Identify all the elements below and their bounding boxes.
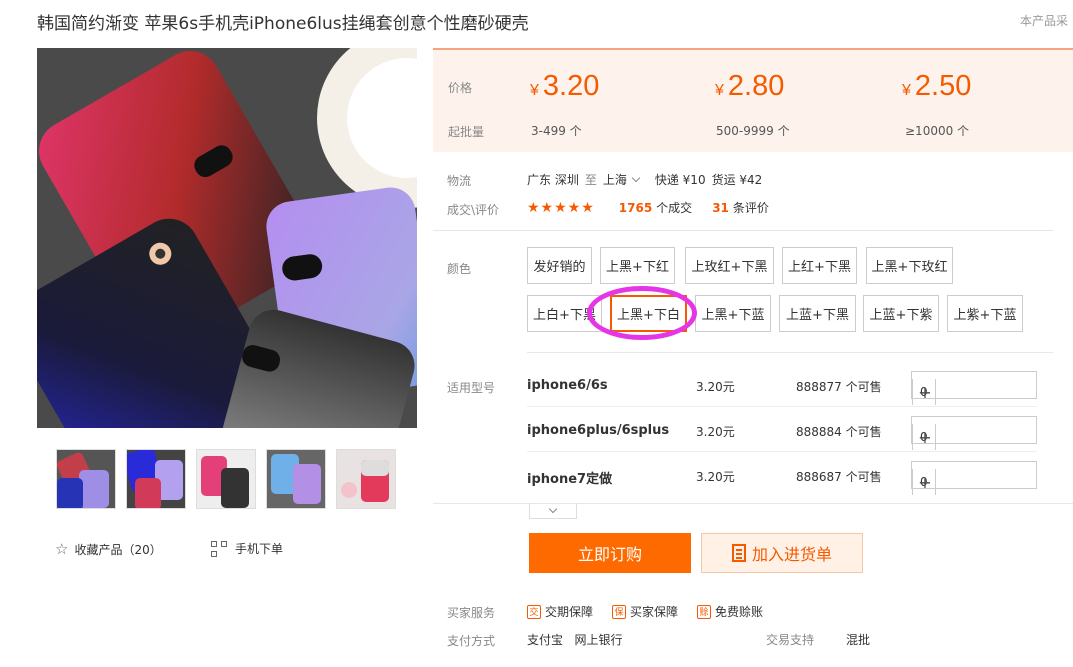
model-price: 3.20元 [696,425,735,439]
express-fee: 快递 ¥10 [654,173,706,187]
to-word: 至 [584,173,597,187]
model-label: 适用型号 [447,381,496,395]
color-option[interactable]: 上蓝+下紫 [863,295,939,332]
tier-qty-2: 500-9999 个 [716,124,790,138]
color-option-selected[interactable]: 上黑+下白 [610,295,687,332]
deals-label: 成交\评价 [447,203,500,217]
model-stock: 888877 个可售 [796,380,882,394]
quantity-stepper: − 0 + [911,371,1037,405]
tier-price-3: ¥2.50 [902,70,972,102]
section-divider [433,230,1053,231]
rating-stars: ★★★★★ [527,199,595,216]
quantity-stepper: − 0 + [911,416,1037,450]
tier-price-1: ¥3.20 [530,70,600,102]
service-label: 买家保障 [630,605,679,619]
thumbnail-2[interactable] [126,449,186,509]
model-row: iphone6/6s 3.20元 888877 个可售 − 0 + [527,371,1037,405]
thumbnail-3[interactable] [196,449,256,509]
add-to-purchase-list-button[interactable]: 加入进货单 [701,533,863,573]
trade-support-label: 交易支持 [766,633,815,647]
model-row: iphone6plus/6splus 3.20元 888884 个可售 − 0 … [527,416,1037,450]
color-option[interactable]: 上黑+下玫红 [866,247,953,284]
review-count[interactable]: 31 [712,201,729,215]
increment-button[interactable]: + [912,424,938,450]
service-free-credit[interactable]: 赊 免费赊账 [697,603,763,620]
color-option[interactable]: 上蓝+下黑 [779,295,856,332]
freight-fee: 货运 ¥42 [711,173,763,187]
ship-from: 广东 深圳 [527,173,579,187]
rating-row: ★★★★★ 1765 个成交 31 条评价 [527,199,769,216]
row-divider [527,451,1037,452]
model-stock: 888687 个可售 [796,470,882,484]
buyer-protection-icon: 保 [612,604,626,619]
chevron-down-icon [631,173,641,183]
review-suffix: 条评价 [732,201,769,215]
model-name: iphone7定做 [527,472,613,487]
payment-methods: 支付宝 网上银行 [527,633,623,647]
ship-to-selector[interactable]: 上海 [603,171,649,188]
product-title-truncated-note: 本产品采 [1020,14,1069,28]
thumbnail-5[interactable] [336,449,396,509]
chevron-down-icon [548,504,558,513]
buy-now-button[interactable]: 立即订购 [529,533,691,573]
model-name: iphone6plus/6splus [527,423,670,438]
star-outline-icon: ☆ [55,540,69,558]
add-to-list-label: 加入进货单 [751,545,832,564]
color-option[interactable]: 上黑+下红 [600,247,675,284]
sold-count[interactable]: 1765 [619,201,652,215]
tier-qty-1: 3-499 个 [531,124,582,138]
color-option[interactable]: 上紫+下蓝 [947,295,1023,332]
color-option[interactable]: 上玫红+下黑 [685,247,774,284]
product-title: 韩国简约渐变 苹果6s手机壳iPhone6lus挂绳套创意个性磨砂硬壳 [37,14,529,34]
service-label: 免费赊账 [715,605,764,619]
color-option[interactable]: 发好销的 [527,247,592,284]
favorite-product-button[interactable]: ☆ 收藏产品（20） [55,540,162,558]
tier-qty-3: ≥10000 个 [905,124,970,138]
color-option[interactable]: 上红+下黑 [782,247,857,284]
delivery-guarantee-icon: 交 [527,604,541,619]
quantity-stepper: − 0 + [911,461,1037,495]
mobile-order-button[interactable]: 手机下单 [211,540,283,557]
thumbnail-strip [56,449,396,509]
color-option[interactable]: 上黑+下蓝 [695,295,771,332]
qr-code-icon [211,540,227,557]
thumbnail-4[interactable] [266,449,326,509]
row-divider [527,406,1037,407]
section-divider [527,352,1053,353]
logistics-label: 物流 [447,174,472,188]
tier-price-2: ¥2.80 [715,70,785,102]
model-stock: 888884 个可售 [796,425,882,439]
main-product-image[interactable] [37,48,417,428]
mobile-order-label: 手机下单 [235,542,284,556]
model-price: 3.20元 [696,470,735,484]
model-name: iphone6/6s [527,378,608,393]
batch-label: 起批量 [448,125,485,139]
service-buyer-protection[interactable]: 保 买家保障 [612,603,678,620]
service-label: 交期保障 [545,605,594,619]
favorite-label: 收藏产品（20） [74,542,162,557]
price-panel: 价格 起批量 ¥3.20 ¥2.80 ¥2.50 3-499 个 500-999… [433,48,1073,152]
price-label: 价格 [448,81,473,95]
logistics-info: 广东 深圳 至 上海 快递 ¥10 货运 ¥42 [527,171,762,188]
increment-button[interactable]: + [912,469,938,495]
clipboard-icon [731,544,746,562]
trade-support-value: 混批 [846,633,871,647]
model-row: iphone7定做 3.20元 888687 个可售 − 0 + [527,461,1037,495]
model-price: 3.20元 [696,380,735,394]
color-label: 颜色 [447,262,472,276]
sold-suffix: 个成交 [656,201,693,215]
color-option[interactable]: 上白+下黑 [527,295,602,332]
services-label: 买家服务 [447,606,496,620]
thumbnail-1[interactable] [56,449,116,509]
expand-models-button[interactable] [529,503,577,519]
service-delivery-guarantee[interactable]: 交 交期保障 [527,603,593,620]
free-credit-icon: 赊 [697,604,711,619]
increment-button[interactable]: + [912,379,938,405]
payment-label: 支付方式 [447,634,496,648]
